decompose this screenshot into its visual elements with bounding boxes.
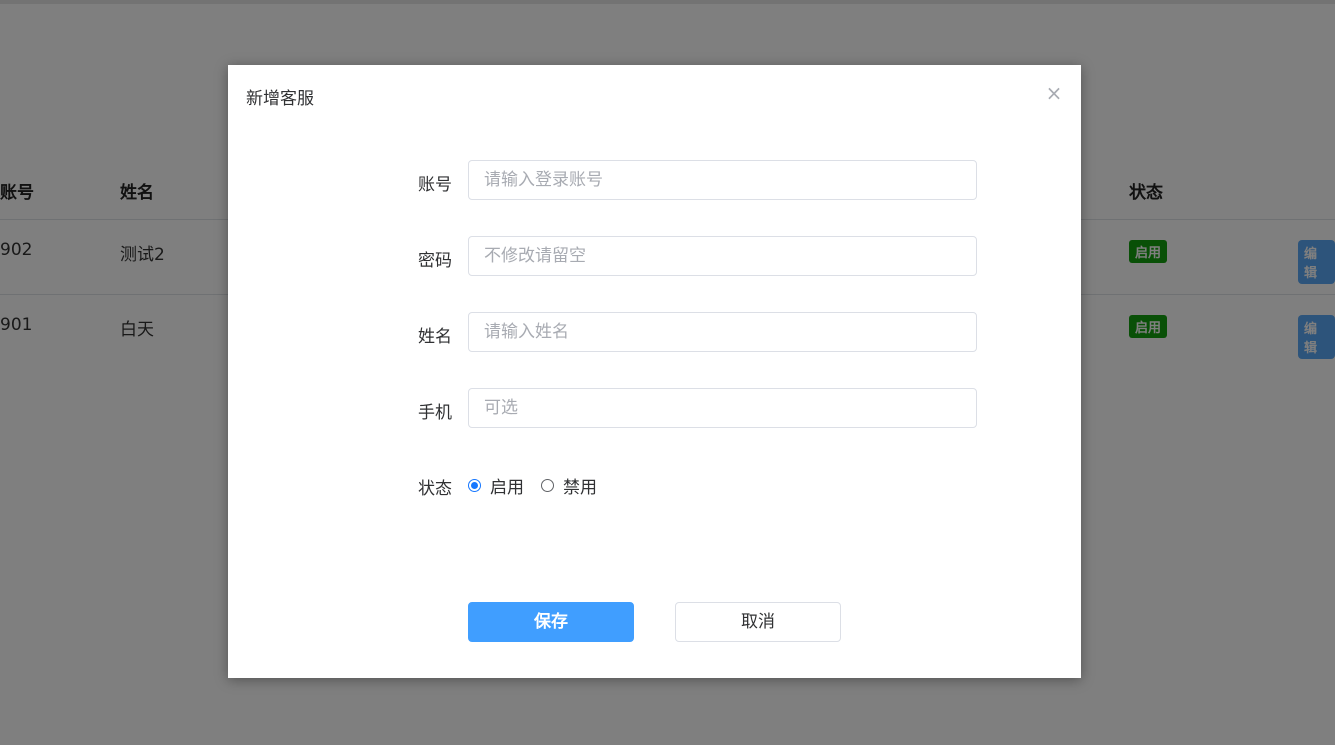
- password-input[interactable]: [468, 236, 977, 276]
- close-icon[interactable]: ×: [1044, 81, 1064, 105]
- add-agent-dialog: 新增客服 × 账号 密码 姓名 手机 状态 启用 禁用 保存 取消: [228, 65, 1081, 678]
- account-input[interactable]: [468, 160, 977, 200]
- radio-label: 启用: [490, 477, 524, 498]
- password-label: 密码: [418, 251, 452, 271]
- cancel-button[interactable]: 取消: [675, 602, 841, 642]
- status-label: 状态: [418, 479, 452, 499]
- phone-input[interactable]: [468, 388, 977, 428]
- radio-checked-icon[interactable]: [468, 478, 481, 492]
- account-label: 账号: [418, 175, 452, 195]
- dialog-title: 新增客服: [246, 89, 314, 109]
- status-radio-group: 启用 禁用: [468, 473, 614, 498]
- phone-label: 手机: [418, 403, 452, 423]
- status-enabled-option[interactable]: 启用: [468, 473, 541, 498]
- save-button[interactable]: 保存: [468, 602, 634, 642]
- radio-unchecked-icon[interactable]: [541, 478, 554, 492]
- name-input[interactable]: [468, 312, 977, 352]
- name-label: 姓名: [418, 327, 452, 347]
- radio-label: 禁用: [563, 477, 597, 498]
- status-disabled-option[interactable]: 禁用: [541, 473, 614, 498]
